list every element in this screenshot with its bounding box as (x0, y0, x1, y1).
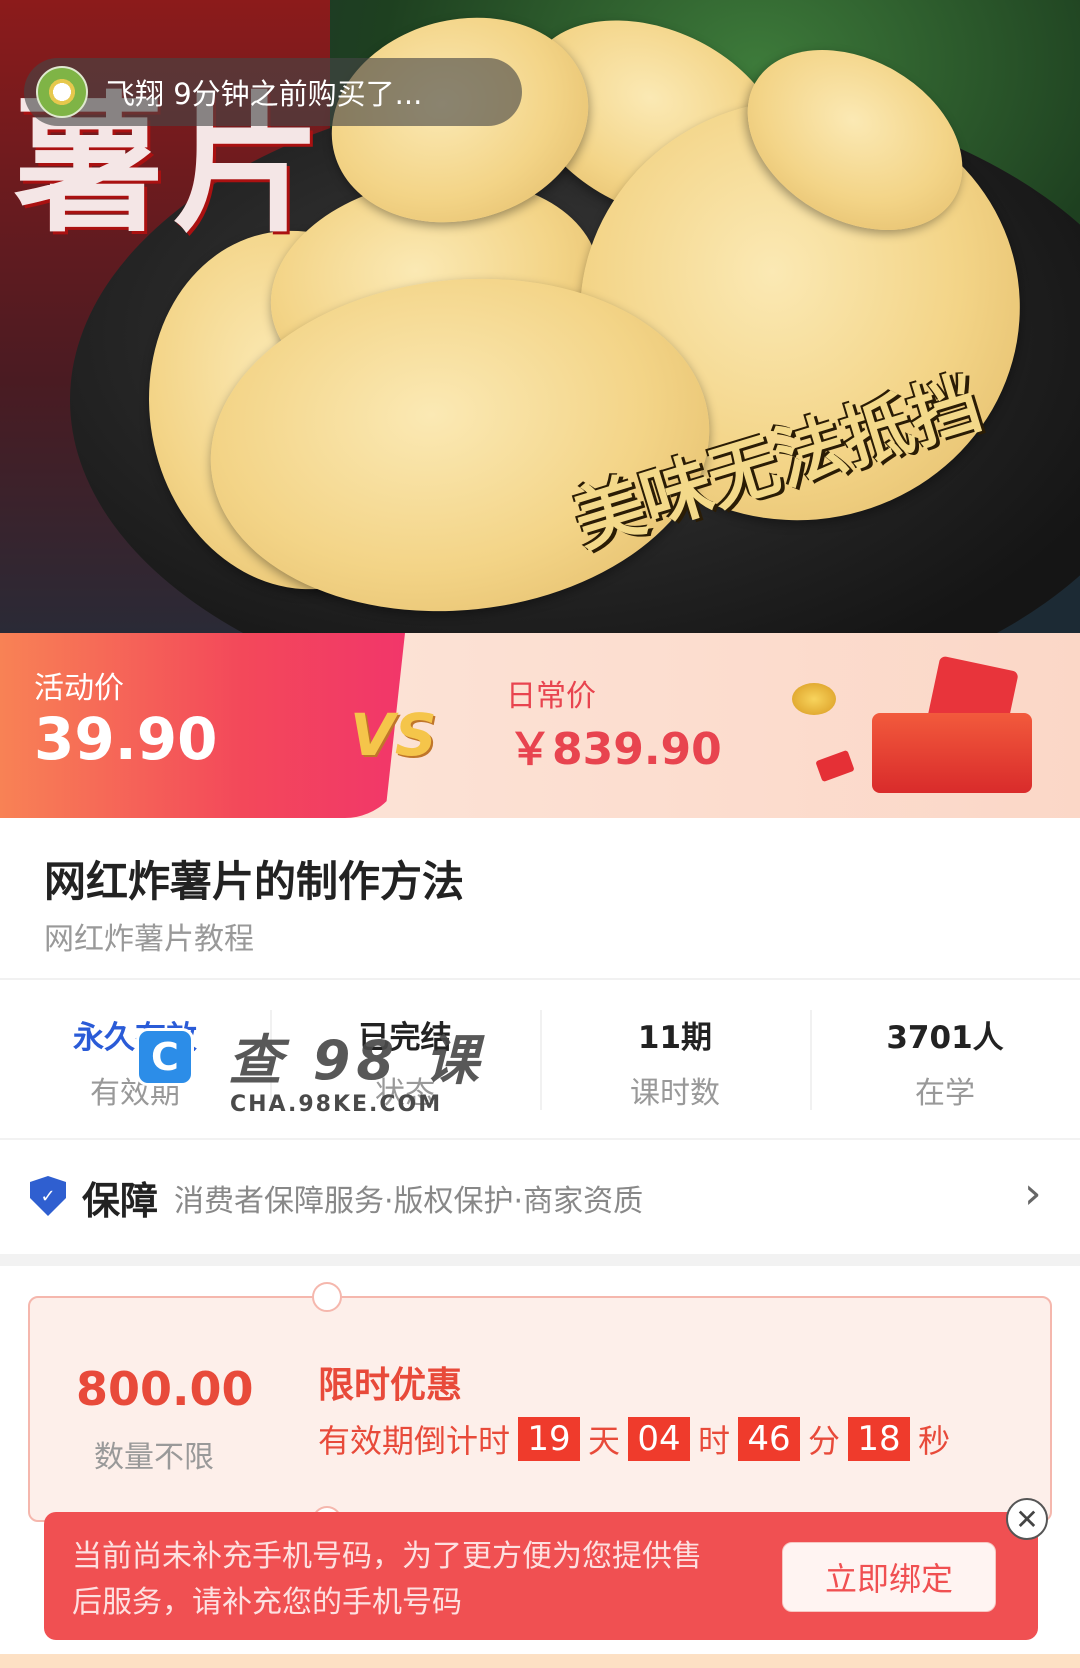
price-comparison-banner: 活动价 39.90 VS 日常价 ￥839.90 (0, 633, 1080, 818)
promo-price-value: 39.90 (34, 705, 218, 773)
countdown-hours-unit: 时 (698, 1422, 731, 1460)
coupon-amount: 800.00 (76, 1362, 254, 1416)
stat-label: 在学 (915, 1076, 975, 1111)
buyer-avatar (36, 66, 88, 118)
product-hero-image: 薯片 美味无法抵挡 飞翔 9分钟之前购买了... (0, 0, 1080, 633)
close-icon[interactable]: ✕ (1006, 1498, 1048, 1540)
red-envelope-icon (815, 749, 855, 783)
course-title: 网红炸薯片的制作方法 (44, 857, 465, 906)
countdown-seconds-unit: 秒 (918, 1422, 951, 1460)
course-detail-page: 薯片 美味无法抵挡 飞翔 9分钟之前购买了... 活动价 39.90 VS 日常… (0, 0, 1080, 1668)
coupon-title: 限时优惠 (318, 1365, 463, 1406)
gift-box-icon (872, 655, 1032, 793)
bind-phone-banner: 当前尚未补充手机号码，为了更方便为您提供售后服务，请补充您的手机号码 立即绑定 (44, 1512, 1038, 1640)
purchase-notice-pill: 飞翔 9分钟之前购买了... (24, 58, 522, 126)
shield-check-icon: ✓ (30, 1176, 66, 1216)
limited-offer-coupon[interactable]: 800.00 数量不限 限时优惠 有效期倒计时 19 天 04 时 46 分 1… (28, 1282, 1052, 1536)
course-subtitle: 网红炸薯片教程 (44, 922, 254, 957)
course-title-card: 网红炸薯片的制作方法 网红炸薯片教程 (0, 818, 1080, 978)
gift-box-body (872, 713, 1032, 793)
normal-price-label: 日常价 (506, 679, 596, 714)
stat-value: 3701人 (886, 1020, 1004, 1056)
stat-learners: 3701人 在学 (810, 980, 1080, 1138)
countdown-timer: 有效期倒计时 19 天 04 时 46 分 18 秒 (318, 1416, 950, 1462)
countdown-label: 有效期倒计时 (318, 1422, 511, 1460)
watermark-url: CHA.98KE.COM (230, 1092, 443, 1117)
vs-badge: VS (350, 701, 437, 769)
coin-icon (792, 683, 836, 715)
bind-now-button[interactable]: 立即绑定 (782, 1542, 996, 1612)
stat-label: 课时数 (630, 1076, 720, 1111)
coupon-quantity: 数量不限 (94, 1440, 214, 1475)
countdown-days: 19 (518, 1417, 581, 1461)
watermark-icon: C (136, 1028, 194, 1086)
promo-price-label: 活动价 (34, 671, 124, 706)
guarantee-row[interactable]: ✓ 保障 消费者保障服务·版权保护·商家资质 › (0, 1140, 1080, 1254)
watermark-logo: C 查 98 课 CHA.98KE.COM (136, 1024, 479, 1124)
countdown-days-unit: 天 (588, 1422, 621, 1460)
countdown-hours: 04 (628, 1417, 691, 1461)
purchase-notice-text: 飞翔 9分钟之前购买了... (106, 77, 423, 111)
bottom-bar-edge (0, 1654, 1080, 1668)
coupon-notch (312, 1282, 342, 1312)
guarantee-title: 保障 (82, 1179, 159, 1223)
normal-price-value: ￥839.90 (508, 724, 722, 775)
bind-phone-message: 当前尚未补充手机号码，为了更方便为您提供售后服务，请补充您的手机号码 (72, 1539, 702, 1620)
watermark-text: 查 98 课 (228, 1029, 485, 1092)
stat-lessons: 11期 课时数 (540, 980, 810, 1138)
countdown-seconds: 18 (848, 1417, 911, 1461)
stat-value: 11期 (637, 1020, 713, 1056)
countdown-minutes: 46 (738, 1417, 801, 1461)
guarantee-description: 消费者保障服务·版权保护·商家资质 (174, 1184, 644, 1219)
chevron-right-icon[interactable]: › (1024, 1168, 1042, 1219)
countdown-minutes-unit: 分 (808, 1422, 841, 1460)
